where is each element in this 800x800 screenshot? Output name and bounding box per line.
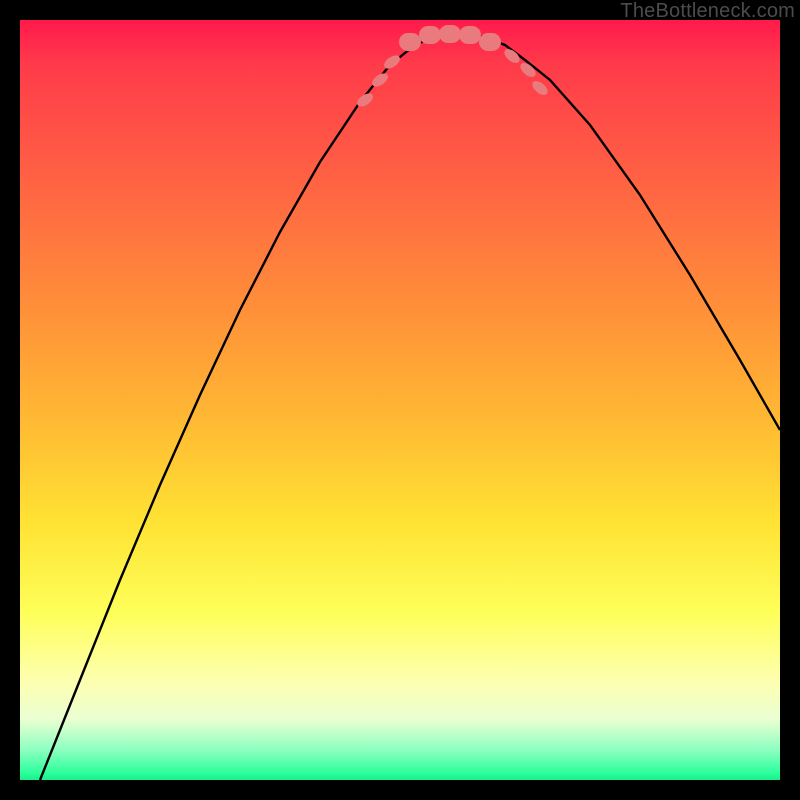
chart-frame: TheBottleneck.com: [0, 0, 800, 800]
marker-lozenge: [439, 25, 461, 43]
marker-lozenge: [459, 26, 481, 44]
marker-lozenge: [419, 26, 441, 44]
marker-lozenge: [530, 78, 550, 97]
plot-area: [20, 20, 780, 780]
marker-lozenge: [382, 53, 402, 72]
marker-cluster: [355, 25, 550, 109]
bottleneck-curve: [40, 34, 780, 780]
curve-layer: [20, 20, 780, 780]
marker-lozenge: [399, 33, 421, 51]
marker-lozenge: [479, 33, 501, 51]
